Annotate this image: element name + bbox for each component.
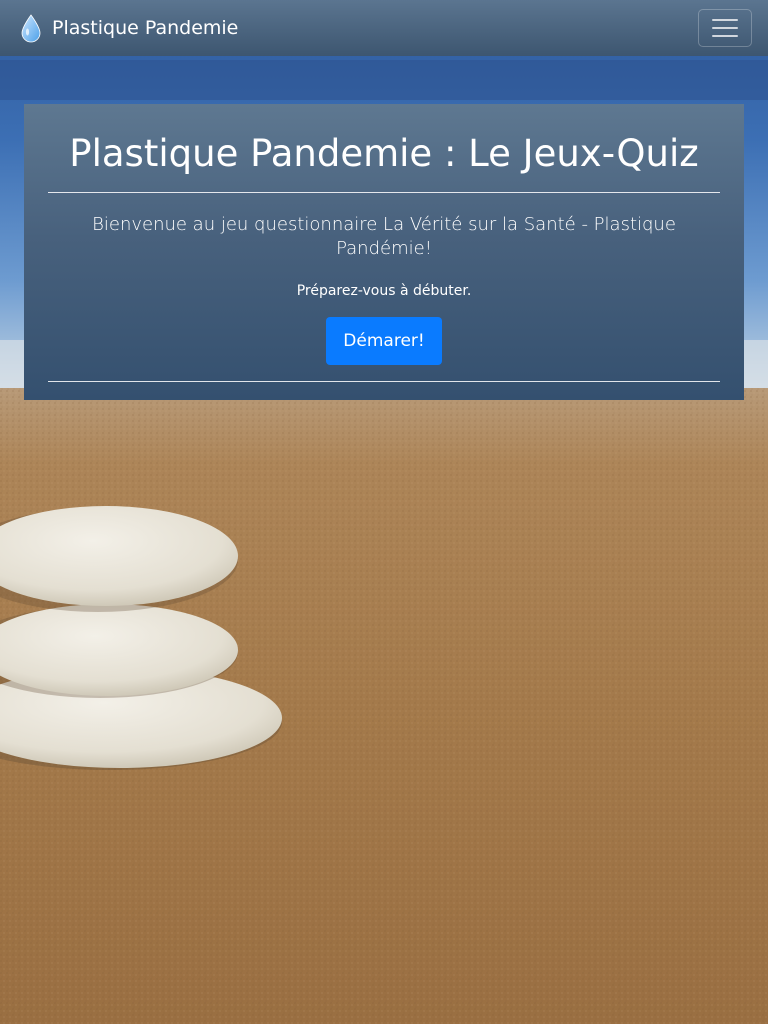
navbar: Plastique Pandemie	[0, 0, 768, 56]
page: Plastique Pandemie Plastique Pandemie : …	[0, 0, 768, 1024]
quiz-intro-card: Plastique Pandemie : Le Jeux-Quiz Bienve…	[24, 104, 744, 400]
water-drop-icon	[21, 14, 41, 43]
brand-link[interactable]: Plastique Pandemie	[20, 13, 238, 43]
start-button-wrapper: Démarer!	[48, 317, 720, 365]
start-button[interactable]: Démarer!	[326, 317, 442, 365]
brand-text: Plastique Pandemie	[52, 17, 239, 39]
hamburger-menu-button[interactable]	[698, 9, 752, 47]
page-title: Plastique Pandemie : Le Jeux-Quiz	[69, 132, 699, 175]
divider-bottom	[48, 381, 720, 382]
hamburger-menu-icon	[712, 19, 738, 21]
prepare-text: Préparez-vous à débuter.	[296, 283, 472, 299]
divider-top	[48, 192, 720, 193]
welcome-text: Bienvenue au jeu questionnaire La Vérité…	[92, 214, 676, 259]
